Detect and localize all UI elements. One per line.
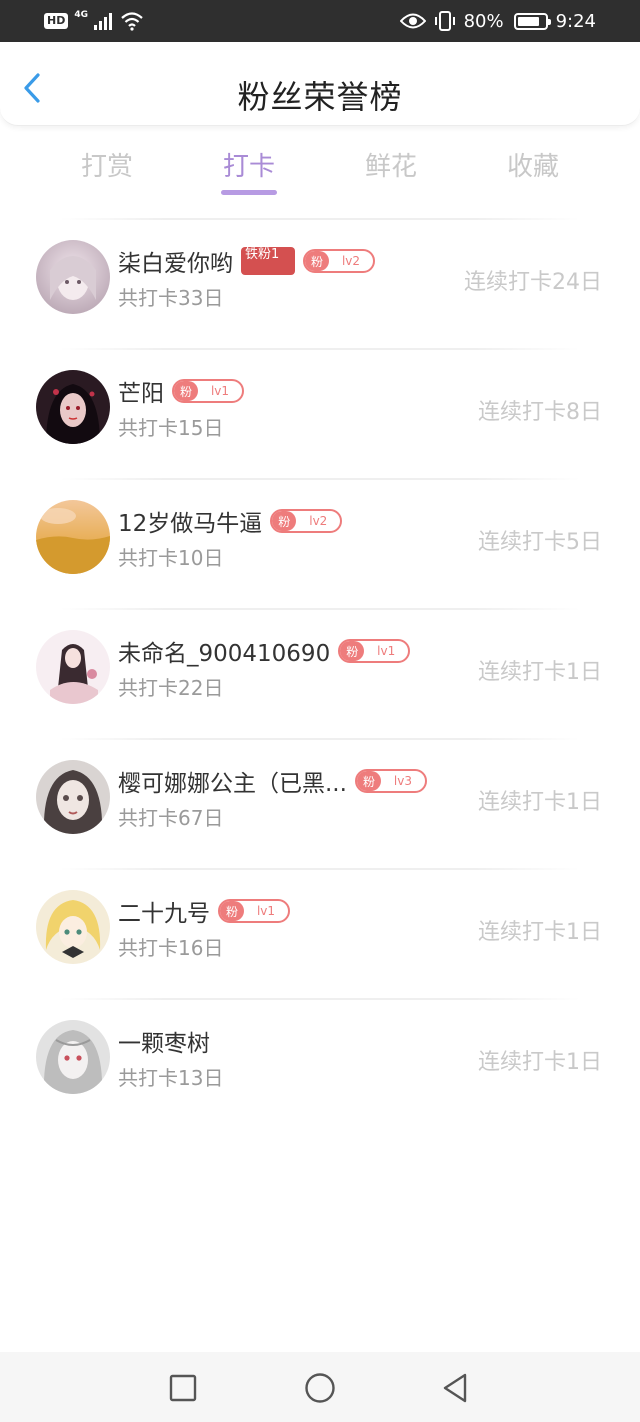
back-nav-button[interactable] bbox=[438, 1370, 474, 1406]
name-line: 二十九号 粉 lv1 bbox=[118, 894, 290, 928]
fan-honor-page: HD 4G 80% 9:24 粉丝荣誉榜 打赏 打卡 鲜花 收藏 柒白爱你哟 铁… bbox=[0, 0, 640, 1422]
tab-favorites[interactable]: 收藏 bbox=[462, 146, 604, 183]
total-checkins: 共打卡33日 bbox=[118, 286, 224, 310]
fan-tag: 粉 bbox=[272, 511, 297, 531]
active-tab-indicator bbox=[221, 190, 277, 195]
total-checkins: 共打卡10日 bbox=[118, 546, 224, 570]
battery-level bbox=[517, 16, 539, 26]
circle-icon bbox=[305, 1373, 335, 1403]
battery-icon bbox=[513, 12, 551, 30]
status-right: 80% 9:24 bbox=[399, 9, 596, 33]
name-line: 一颗枣树 bbox=[118, 1024, 210, 1058]
checkin-streak: 连续打卡5日 bbox=[478, 530, 602, 555]
list-item[interactable]: 12岁做马牛逼 粉 lv2 共打卡10日 连续打卡5日 bbox=[0, 480, 640, 608]
avatar[interactable] bbox=[36, 240, 110, 314]
user-name[interactable]: 芒阳 bbox=[118, 374, 164, 408]
square-icon bbox=[169, 1374, 197, 1402]
recent-apps-button[interactable] bbox=[165, 1370, 201, 1406]
user-name[interactable]: 未命名_900410690 bbox=[118, 634, 330, 668]
avatar[interactable] bbox=[36, 630, 110, 704]
back-triangle-icon bbox=[443, 1373, 467, 1403]
checkin-streak: 连续打卡1日 bbox=[478, 790, 602, 815]
avatar[interactable] bbox=[36, 760, 110, 834]
fan-level-badge: 粉 lv1 bbox=[172, 379, 244, 403]
list-item[interactable]: 一颗枣树 共打卡13日 连续打卡1日 bbox=[0, 1000, 640, 1128]
status-left: HD 4G bbox=[44, 10, 144, 32]
name-line: 未命名_900410690 粉 lv1 bbox=[118, 634, 411, 668]
fan-level-badge: 粉 lv1 bbox=[338, 639, 411, 663]
name-line: 樱可娜娜公主（已黑... 粉 lv3 bbox=[118, 764, 427, 798]
page-title: 粉丝荣誉榜 bbox=[237, 78, 403, 116]
fan-level: lv1 bbox=[210, 384, 230, 398]
checkin-streak: 连续打卡1日 bbox=[478, 660, 602, 685]
eye-icon bbox=[399, 13, 426, 29]
fan-level: lv1 bbox=[256, 904, 276, 918]
checkin-streak: 连续打卡8日 bbox=[478, 400, 602, 425]
tab-reward[interactable]: 打赏 bbox=[36, 146, 178, 183]
tab-flowers[interactable]: 鲜花 bbox=[320, 146, 462, 183]
tab-checkin[interactable]: 打卡 bbox=[178, 146, 320, 183]
list-item[interactable]: 柒白爱你哟 铁粉1 粉 lv2 共打卡33日 连续打卡24日 bbox=[0, 220, 640, 348]
total-checkins: 共打卡15日 bbox=[118, 416, 224, 440]
total-checkins: 共打卡22日 bbox=[118, 676, 224, 700]
list-item[interactable]: 芒阳 粉 lv1 共打卡15日 连续打卡8日 bbox=[0, 350, 640, 478]
fan-tag: 粉 bbox=[174, 381, 199, 401]
user-name[interactable]: 二十九号 bbox=[118, 894, 210, 928]
network-type: 4G bbox=[74, 10, 88, 20]
total-checkins: 共打卡16日 bbox=[118, 936, 224, 960]
tab-bar: 打赏 打卡 鲜花 收藏 bbox=[0, 140, 640, 200]
fan-tag: 粉 bbox=[356, 771, 381, 791]
avatar[interactable] bbox=[36, 1020, 110, 1094]
name-line: 芒阳 粉 lv1 bbox=[118, 374, 244, 408]
avatar[interactable] bbox=[36, 500, 110, 574]
list-item[interactable]: 未命名_900410690 粉 lv1 共打卡22日 连续打卡1日 bbox=[0, 610, 640, 738]
user-name[interactable]: 一颗枣树 bbox=[118, 1024, 210, 1058]
status-bar: HD 4G 80% 9:24 bbox=[0, 0, 640, 42]
avatar[interactable] bbox=[36, 890, 110, 964]
fan-tag: 粉 bbox=[305, 251, 330, 271]
hd-icon: HD bbox=[44, 13, 69, 29]
list-item[interactable]: 樱可娜娜公主（已黑... 粉 lv3 共打卡67日 连续打卡1日 bbox=[0, 740, 640, 868]
fan-level-badge: 粉 lv1 bbox=[218, 899, 290, 923]
clock: 9:24 bbox=[555, 10, 596, 32]
home-button[interactable] bbox=[302, 1370, 338, 1406]
wifi-icon bbox=[121, 12, 143, 31]
header: 粉丝荣誉榜 bbox=[0, 42, 640, 126]
fan-tag: 粉 bbox=[220, 901, 245, 921]
checkin-streak: 连续打卡24日 bbox=[464, 270, 602, 295]
total-checkins: 共打卡13日 bbox=[118, 1066, 224, 1090]
fan-level-badge: 粉 lv3 bbox=[354, 769, 427, 793]
fan-level: lv2 bbox=[309, 514, 328, 528]
battery-percent: 80% bbox=[463, 10, 504, 32]
fan-level: lv1 bbox=[377, 644, 396, 658]
checkin-streak: 连续打卡1日 bbox=[478, 920, 602, 945]
system-nav-bar bbox=[0, 1352, 640, 1422]
total-checkins: 共打卡67日 bbox=[118, 806, 224, 830]
iron-fan-badge: 铁粉1 bbox=[241, 247, 295, 275]
name-line: 柒白爱你哟 铁粉1 粉 lv2 bbox=[118, 244, 375, 278]
user-name[interactable]: 12岁做马牛逼 bbox=[118, 504, 262, 538]
avatar[interactable] bbox=[36, 370, 110, 444]
name-line: 12岁做马牛逼 粉 lv2 bbox=[118, 504, 343, 538]
user-name[interactable]: 柒白爱你哟 bbox=[118, 244, 233, 278]
fan-level: lv3 bbox=[393, 774, 412, 788]
signal-icon bbox=[94, 13, 112, 30]
fan-level-badge: 粉 lv2 bbox=[270, 509, 343, 533]
fan-level: lv2 bbox=[341, 254, 361, 268]
fan-level-badge: 粉 lv2 bbox=[303, 249, 375, 273]
vibrate-icon bbox=[434, 11, 455, 31]
ranking-list: 柒白爱你哟 铁粉1 粉 lv2 共打卡33日 连续打卡24日 芒阳 粉 lv1 … bbox=[0, 218, 640, 1128]
fan-tag: 粉 bbox=[340, 641, 365, 661]
user-name[interactable]: 樱可娜娜公主（已黑... bbox=[118, 764, 347, 798]
list-item[interactable]: 二十九号 粉 lv1 共打卡16日 连续打卡1日 bbox=[0, 870, 640, 998]
checkin-streak: 连续打卡1日 bbox=[478, 1050, 602, 1075]
